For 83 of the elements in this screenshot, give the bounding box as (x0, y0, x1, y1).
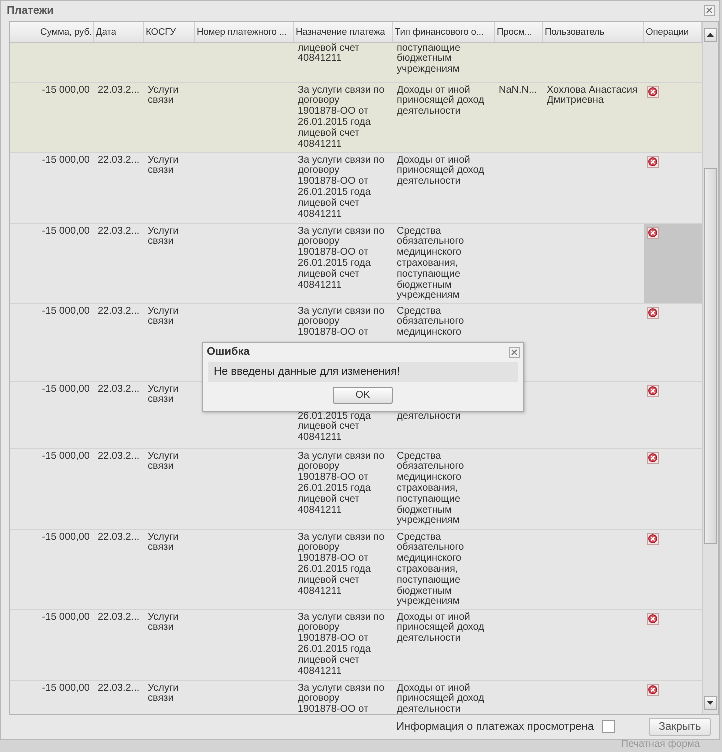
table-cell: лицевой счет 40841211 (298, 42, 360, 64)
table-cell: 22.03.2... (98, 450, 140, 462)
table-cell: 22.03.2... (98, 612, 140, 623)
delete-icon[interactable] (647, 684, 659, 696)
scroll-down-icon[interactable] (707, 700, 714, 705)
table-cell: За услуги связи по договору 1901878-ОО от 26.01.2015 года лицевой счет 40841211 (298, 226, 385, 291)
table-cell: Хохлова Анастасия Дмитриевна (547, 84, 638, 106)
table-cell: Средства обязательного медицинского страхования, поступающие бюджетным учреждениям (397, 226, 464, 302)
table-cell: Услуги связи (148, 84, 179, 106)
close-icon[interactable] (509, 346, 520, 358)
table-cell: Услуги связи (148, 226, 179, 248)
table-cell: 22.03.2... (98, 226, 140, 237)
column-header[interactable]: Назначение платежа (294, 22, 393, 42)
scrollbar[interactable] (702, 22, 718, 714)
table-cell: Услуги связи (148, 532, 179, 554)
delete-icon[interactable] (647, 156, 659, 168)
table-cell: -15 000,00 (42, 682, 90, 694)
table-cell: -15 000,00 (42, 612, 90, 623)
scroll-up-icon[interactable] (707, 32, 714, 37)
delete-icon[interactable] (647, 226, 659, 239)
table-cell: Услуги связи (148, 154, 179, 176)
column-header[interactable]: Тип финансового о... (393, 22, 495, 42)
column-header[interactable]: Просм... (495, 22, 543, 42)
table-cell: -15 000,00 (42, 84, 90, 96)
table-cell: Доходы от иной приносящей доход деятельности (397, 612, 484, 644)
table-cell: -15 000,00 (42, 154, 90, 166)
table-cell: 22.03.2... (98, 532, 140, 543)
table-cell: Услуги связи (148, 682, 179, 704)
table-cell: 22.03.2... (98, 682, 140, 694)
table-cell: 22.03.2... (98, 154, 140, 166)
table-cell: Средства обязательного медицинского страхования, поступающие бюджетным учреждениям (397, 532, 464, 608)
delete-icon[interactable] (647, 612, 659, 625)
table-cell: 22.03.2... (98, 384, 140, 395)
table-cell: За услуги связи по договору 1901878-ОО от 26.01.2015 года лицевой счет 40841211 (298, 450, 385, 516)
ok-button[interactable]: OK (333, 387, 393, 404)
table-cell: Услуги связи (148, 450, 179, 472)
table-cell: NaN.N... (499, 84, 538, 96)
viewed-checkbox[interactable] (602, 720, 615, 734)
table-row[interactable]: лицевой счет 40841211 поступающие бюджетным учреждениям (10, 42, 702, 83)
table-cell: Средства обязательного медицинского (397, 306, 464, 338)
table-cell: Доходы от иной приносящей доход деятельности (397, 84, 484, 118)
column-header[interactable]: Сумма, руб. (10, 22, 94, 42)
column-header[interactable]: КОСГУ (144, 22, 195, 42)
delete-icon[interactable] (647, 384, 659, 397)
table-cell: За услуги связи по договору 1901878-ОО от 26.01.2015 года лицевой счет 40841211 (298, 154, 385, 220)
close-icon[interactable] (704, 5, 715, 16)
table-cell: -15 000,00 (42, 384, 90, 395)
column-header[interactable]: Номер платежного ... (195, 22, 294, 42)
table-cell: -15 000,00 (42, 226, 90, 237)
table-cell: поступающие бюджетным учреждениям (397, 42, 461, 76)
table-cell: За услуги связи по договору 1901878-ОО от (298, 682, 385, 714)
close-button[interactable]: Закрыть (649, 718, 711, 736)
delete-icon[interactable] (647, 86, 659, 98)
table-cell: 26.01.2015 года лицевой счет 40841211 (298, 410, 371, 444)
table-cell: За услуги связи по договору 1901878-ОО от 26.01.2015 года лицевой счет 40841211 (298, 532, 385, 597)
table-cell: -15 000,00 (42, 450, 90, 462)
delete-icon[interactable] (647, 532, 659, 545)
table-row[interactable]: -15 000,00 22.03.2... Услуги связи За услуги связи по договору 1901878-ОО от 26.01.2015 года лицевой счет 40841211 Доходы от иной приносящей доход деятельности NaN.N... Хохлова Анастасия Дмитриевна (10, 82, 702, 153)
column-header[interactable]: Пользователь (543, 22, 644, 42)
table-cell: За услуги связи по договору 1901878-ОО от 26.01.2015 года лицевой счет 40841211 (298, 612, 385, 677)
window-title: Платежи (7, 4, 54, 17)
table-cell: За услуги связи по договору 1901878-ОО от (298, 306, 385, 338)
table-cell: 22.03.2... (98, 84, 140, 96)
table-cell: Средства обязательного медицинского страхования, поступающие бюджетным учреждениям (397, 450, 464, 526)
table-cell: деятельности (397, 410, 461, 422)
table-cell: Доходы от иной приносящей доход деятельности (397, 154, 484, 188)
table-row[interactable]: -15 000,00 22.03.2... Услуги связи За услуги связи по договору 1901878-ОО от 26.01.2015 года лицевой счет 40841211 Средства обязательного медицинского страхования, поступающие бюджетным учреждениям (10, 448, 702, 530)
table-cell: Услуги связи (148, 306, 179, 328)
table-row[interactable]: -15 000,00 22.03.2... Услуги связи За услуги связи по договору 1901878-ОО от 26.01.2015 года лицевой счет 40841211 Доходы от иной приносящей доход деятельности (10, 610, 702, 681)
table-cell: -15 000,00 (42, 306, 90, 317)
dialog-message: Не введены данные для изменения! (208, 362, 518, 382)
dialog-title: Ошибка (207, 346, 250, 358)
table-row[interactable]: -15 000,00 22.03.2... Услуги связи За услуги связи по договору 1901878-ОО от 26.01.2015 года лицевой счет 40841211 Средства обязательного медицинского страхования, поступающие бюджетным учреждениям (10, 224, 702, 304)
table-cell: -15 000,00 (42, 532, 90, 543)
table-cell: 22.03.2... (98, 306, 140, 317)
table-cell: Услуги связи (148, 612, 179, 634)
delete-icon[interactable] (647, 452, 659, 464)
column-header[interactable]: Дата (94, 22, 144, 42)
table-cell: Услуги связи (148, 384, 179, 406)
delete-icon[interactable] (647, 306, 659, 319)
table-row[interactable]: -15 000,00 22.03.2... Услуги связи За услуги связи по договору 1901878-ОО от 26.01.2015 года лицевой счет 40841211 Средства обязательного медицинского страхования, поступающие бюджетным учреждениям (10, 530, 702, 610)
checkbox-label: Информация о платежах просмотрена (396, 720, 594, 733)
table-cell: За услуги связи по договору 1901878-ОО от 26.01.2015 года лицевой счет 40841211 (298, 84, 385, 150)
